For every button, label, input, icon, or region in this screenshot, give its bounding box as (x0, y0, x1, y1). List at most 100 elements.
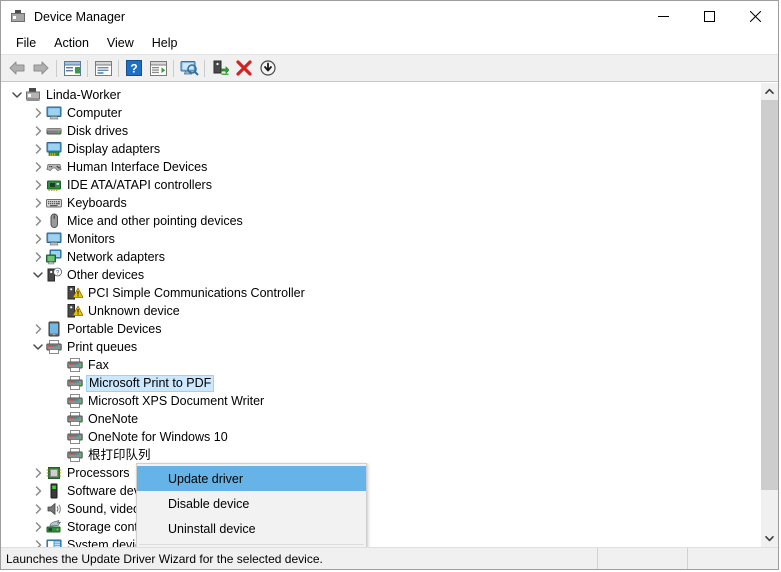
printer-icon (46, 339, 62, 355)
chevron-right-icon[interactable] (30, 141, 46, 157)
tree-item[interactable]: Display adapters (1, 140, 760, 158)
properties-icon[interactable] (91, 57, 115, 79)
sound-icon (46, 501, 62, 517)
tree-item[interactable]: Storage controllers (1, 518, 760, 536)
ide-controller-icon (46, 177, 62, 193)
tree-item-label: Print queues (67, 340, 138, 354)
tree-item[interactable]: Microsoft Print to PDF (1, 374, 760, 392)
menu-help[interactable]: Help (143, 33, 187, 53)
chevron-right-icon[interactable] (30, 231, 46, 247)
chevron-right-icon[interactable] (30, 213, 46, 229)
back-icon[interactable] (5, 57, 29, 79)
tree-item[interactable]: Network adapters (1, 248, 760, 266)
printer-icon (67, 393, 83, 409)
tree-item-label: Keyboards (67, 196, 127, 210)
tree-item[interactable]: Unknown device (1, 302, 760, 320)
update-driver-icon[interactable] (208, 57, 232, 79)
scroll-down-arrow[interactable] (761, 530, 778, 547)
chevron-right-icon[interactable] (30, 249, 46, 265)
tree-item-label: OneNote for Windows 10 (88, 430, 228, 444)
device-tree[interactable]: Linda-Worker Computer Disk drives Display a… (1, 83, 760, 547)
tree-item[interactable]: Processors (1, 464, 760, 482)
tree-item[interactable]: Software devices (1, 482, 760, 500)
tree-item[interactable]: Microsoft XPS Document Writer (1, 392, 760, 410)
tree-item-label: Monitors (67, 232, 115, 246)
toolbar-separator (87, 59, 88, 77)
chevron-right-icon[interactable] (30, 195, 46, 211)
tree-item[interactable]: Linda-Worker (1, 86, 760, 104)
chevron-right-icon[interactable] (30, 177, 46, 193)
chevron-right-icon[interactable] (30, 123, 46, 139)
scan-for-hardware-changes-icon[interactable] (177, 57, 201, 79)
menu-action[interactable]: Action (45, 33, 98, 53)
system-device-icon (46, 537, 62, 547)
show-hide-console-tree-icon[interactable] (60, 57, 84, 79)
tree-item[interactable]: Human Interface Devices (1, 158, 760, 176)
disable-device-icon[interactable] (256, 57, 280, 79)
device-manager-window: Device Manager File Action View Help ? L… (0, 0, 779, 570)
tree-item[interactable]: OneNote (1, 410, 760, 428)
printer-icon (67, 375, 83, 391)
chevron-right-icon[interactable] (30, 321, 46, 337)
tree-item[interactable]: Portable Devices (1, 320, 760, 338)
tree-item-label: Other devices (67, 268, 145, 282)
chevron-right-icon[interactable] (30, 105, 46, 121)
chevron-right-icon[interactable] (30, 465, 46, 481)
context-menu-item[interactable]: Uninstall device (137, 516, 366, 541)
context-menu-item[interactable]: Disable device (137, 491, 366, 516)
tree-item[interactable]: Computer (1, 104, 760, 122)
scroll-up-arrow[interactable] (761, 83, 778, 100)
menu-view[interactable]: View (98, 33, 143, 53)
chevron-right-icon[interactable] (30, 483, 46, 499)
uninstall-device-icon[interactable] (232, 57, 256, 79)
chevron-right-icon[interactable] (30, 519, 46, 535)
show-hide-action-pane-icon[interactable] (146, 57, 170, 79)
tree-item[interactable]: Monitors (1, 230, 760, 248)
tree-item[interactable]: IDE ATA/ATAPI controllers (1, 176, 760, 194)
tree-item[interactable]: Disk drives (1, 122, 760, 140)
chevron-right-icon[interactable] (30, 501, 46, 517)
hid-icon (46, 159, 62, 175)
tree-item-label: Computer (67, 106, 122, 120)
tree-item[interactable]: PCI Simple Communications Controller (1, 284, 760, 302)
scroll-track[interactable] (761, 100, 778, 530)
device-context-menu[interactable]: Update driver Disable device Uninstall dev… (136, 463, 367, 547)
chevron-right-icon[interactable] (30, 159, 46, 175)
maximize-button[interactable] (686, 1, 732, 32)
tree-item[interactable]: Print queues (1, 338, 760, 356)
tree-item[interactable]: Keyboards (1, 194, 760, 212)
chevron-down-icon[interactable] (9, 87, 25, 103)
tree-item[interactable]: 根打印队列 (1, 446, 760, 464)
software-device-icon (46, 483, 62, 499)
vertical-scrollbar[interactable] (760, 83, 778, 547)
tree-item[interactable]: Sound, video and game controllers (1, 500, 760, 518)
display-adapter-icon (46, 141, 62, 157)
chevron-right-icon[interactable] (30, 537, 46, 547)
menu-file[interactable]: File (7, 33, 45, 53)
scroll-thumb[interactable] (761, 100, 778, 490)
forward-icon[interactable] (29, 57, 53, 79)
tree-item[interactable]: System devices (1, 536, 760, 547)
unknown-device-icon: ? (46, 267, 63, 283)
tree-item-label: Microsoft XPS Document Writer (88, 394, 265, 408)
printer-icon (67, 411, 83, 427)
minimize-button[interactable] (640, 1, 686, 32)
chevron-down-icon[interactable] (30, 267, 46, 283)
toolbar: ? (1, 54, 778, 82)
tree-item-label: Display adapters (67, 142, 161, 156)
chevron-down-icon[interactable] (30, 339, 46, 355)
help-icon[interactable]: ? (122, 57, 146, 79)
close-button[interactable] (732, 1, 778, 32)
tree-item[interactable]: ? Other devices (1, 266, 760, 284)
status-pane-3 (688, 548, 778, 569)
tree-item[interactable]: Mice and other pointing devices (1, 212, 760, 230)
tree-item[interactable]: OneNote for Windows 10 (1, 428, 760, 446)
computer-icon (46, 105, 62, 121)
context-menu-item[interactable]: Update driver (137, 466, 366, 491)
tree-item[interactable]: Fax (1, 356, 760, 374)
